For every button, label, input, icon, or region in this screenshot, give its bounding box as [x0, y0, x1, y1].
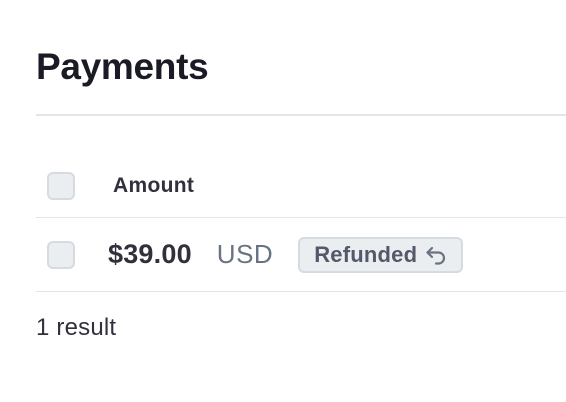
- payments-page: Payments Amount $39.00 USD Refunded 1 re: [36, 0, 566, 402]
- amount-value: $39.00: [108, 239, 192, 269]
- row-select-checkbox[interactable]: [47, 240, 75, 269]
- column-header-amount[interactable]: Amount: [113, 174, 194, 198]
- refund-arrow-icon: [426, 246, 446, 265]
- page-title: Payments: [36, 46, 209, 87]
- table-header-row: Amount: [36, 154, 566, 218]
- table-row[interactable]: $39.00 USD Refunded: [36, 218, 566, 292]
- amount-cell: $39.00 USD Refunded: [108, 236, 464, 273]
- title-divider: [36, 114, 566, 116]
- status-badge: Refunded: [298, 236, 464, 273]
- select-all-checkbox[interactable]: [47, 171, 75, 200]
- status-label: Refunded: [314, 241, 418, 267]
- result-count: 1 result: [36, 314, 117, 341]
- payments-table: Amount $39.00 USD Refunded: [36, 154, 566, 292]
- amount-currency: USD: [216, 239, 274, 269]
